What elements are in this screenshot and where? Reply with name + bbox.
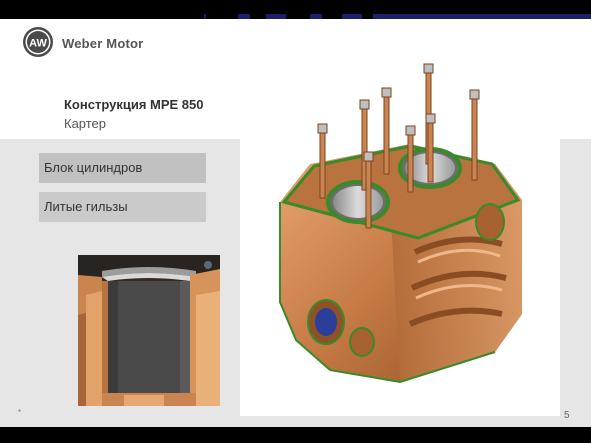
footer-mark: * [18, 408, 22, 417]
menu-item-cylinder-block[interactable]: Блок цилиндров [39, 153, 206, 183]
slide-title: Конструкция MPE 850 [64, 97, 204, 112]
logo-letters: AW [29, 38, 47, 50]
weber-logo-icon: AW [23, 27, 53, 57]
bottom-bar [0, 427, 591, 443]
slide: AW Weber Motor Конструкция MPE 850 Карте… [0, 0, 591, 443]
slide-subtitle: Картер [64, 116, 107, 131]
top-bar [0, 0, 591, 32]
engine-block-image [240, 52, 560, 416]
brand-name: Weber Motor [62, 36, 144, 51]
cast-liner-photo [78, 255, 220, 406]
page-number: 5 [564, 410, 570, 421]
menu-item-cast-liners[interactable]: Литые гильзы [39, 192, 206, 222]
